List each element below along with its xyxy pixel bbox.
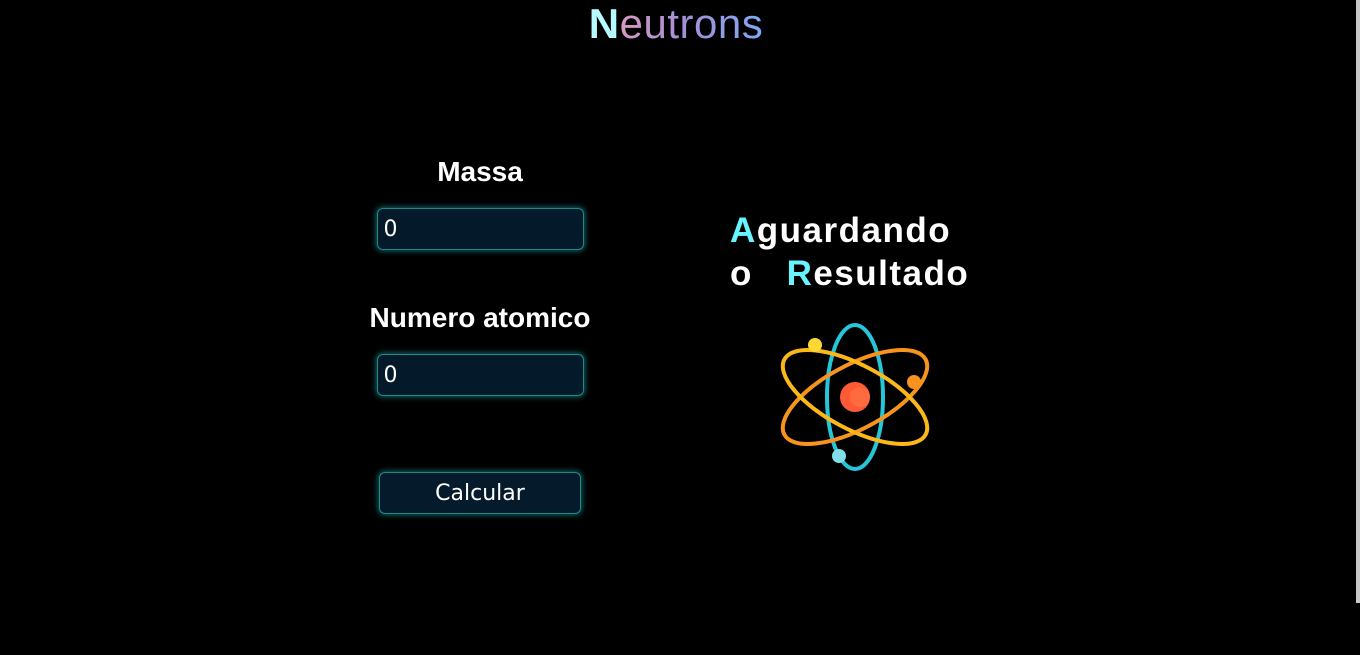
result-text-esultado: esultado [813, 254, 970, 293]
electron-cyan [832, 449, 846, 463]
numero-atomico-input[interactable] [376, 354, 584, 396]
scrollbar[interactable] [1356, 0, 1360, 603]
title-rest: eutrons [619, 0, 764, 47]
title-first-letter: N [588, 0, 620, 47]
result-text-guardando: guardando [756, 211, 952, 250]
numero-atomico-label: Numero atomico [369, 302, 591, 333]
result-highlight-a: A [730, 211, 757, 250]
massa-label: Massa [437, 156, 523, 187]
calcular-button[interactable]: Calcular [379, 472, 581, 514]
result-highlight-r: R [786, 254, 814, 293]
result-line-1: Aguardando [730, 209, 1030, 252]
page: Neutrons Massa Numero atomico Calcular A… [0, 0, 1360, 655]
massa-input[interactable] [376, 208, 584, 250]
result-text-o: o [730, 254, 787, 293]
calculator-form: Massa Numero atomico Calcular [340, 150, 620, 514]
atom-icon [780, 323, 930, 471]
result-line-2: o Resultado [730, 252, 1030, 295]
page-title: Neutrons [0, 0, 1352, 48]
result-panel: Aguardando o Resultado [730, 209, 1030, 295]
electron-yellow [808, 338, 822, 352]
electron-orange [907, 375, 921, 389]
